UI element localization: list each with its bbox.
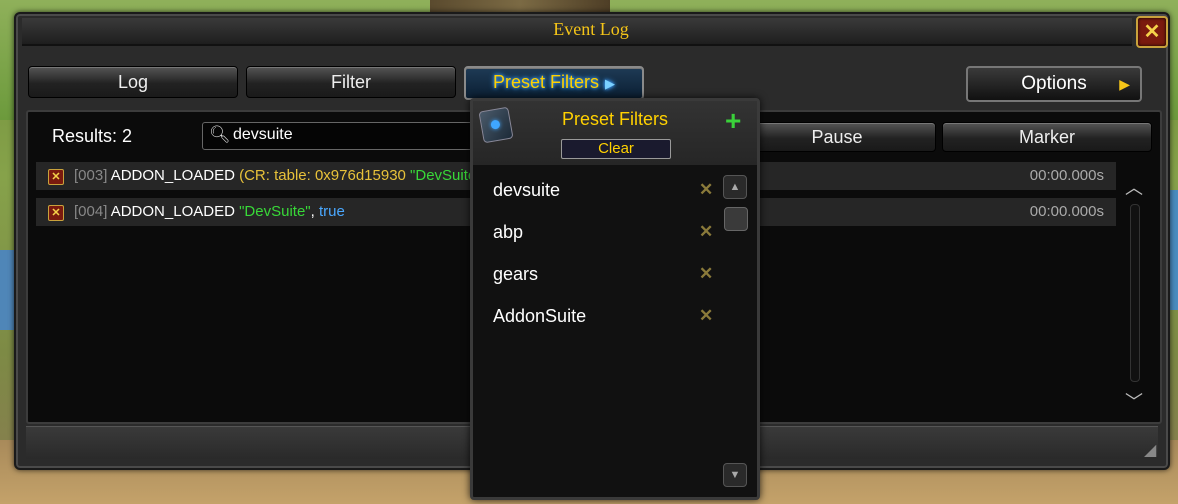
log-timestamp: 00:00.000s: [1029, 203, 1104, 220]
options-button[interactable]: Options ▶: [966, 66, 1142, 102]
tab-preset-filters-label: Preset Filters: [492, 72, 600, 92]
log-row-text: [004] ADDON_LOADED "DevSuite", true: [74, 198, 345, 226]
preset-item-addonsuite[interactable]: AddonSuite ✕: [493, 299, 723, 333]
remove-icon[interactable]: ✕: [699, 257, 713, 291]
log-arg-table: (CR: table: 0x976d15930: [239, 167, 406, 184]
log-row-text: [003] ADDON_LOADED (CR: table: 0x976d159…: [74, 162, 516, 190]
results-count: Results: 2: [52, 126, 133, 146]
options-label: Options: [1021, 73, 1087, 94]
scroll-down-icon[interactable]: ▼: [723, 463, 747, 487]
marker-button[interactable]: Marker: [942, 122, 1152, 152]
preset-item-label: abp: [493, 222, 524, 242]
preset-item-label: gears: [493, 264, 539, 284]
dropdown-title: Preset Filters: [561, 109, 669, 129]
preset-item-label: devsuite: [493, 180, 561, 200]
preset-item-gears[interactable]: gears ✕: [493, 257, 723, 291]
close-button[interactable]: ✕: [1136, 16, 1168, 48]
preset-item-devsuite[interactable]: devsuite ✕: [493, 173, 723, 207]
clear-button[interactable]: Clear: [561, 139, 671, 159]
preset-item-abp[interactable]: abp ✕: [493, 215, 723, 249]
log-arg-bool: true: [318, 203, 345, 220]
search-icon: 🔍︎: [209, 125, 231, 144]
close-icon: ✕: [1143, 21, 1161, 43]
log-index: [003]: [74, 167, 108, 184]
preset-filters-dropdown: Preset Filters + Clear devsuite ✕ abp ✕ …: [470, 98, 760, 500]
log-scrollbar[interactable]: ︿ ﹀: [1124, 174, 1144, 414]
log-event-name: ADDON_LOADED: [110, 167, 235, 184]
search-box[interactable]: 🔍︎: [202, 122, 474, 150]
scroll-up-icon[interactable]: ▲: [723, 175, 747, 199]
log-index: [004]: [74, 203, 108, 220]
search-input[interactable]: [233, 124, 469, 146]
chevron-down-icon[interactable]: ﹀: [1124, 388, 1144, 414]
chevron-right-icon: ▶: [1119, 76, 1130, 92]
scroll-track[interactable]: [1130, 204, 1140, 382]
log-arg-separator: ,: [310, 203, 319, 220]
log-timestamp: 00:00.000s: [1029, 167, 1104, 184]
window-title: Event Log: [553, 19, 629, 39]
pause-button[interactable]: Pause: [738, 122, 936, 152]
tab-log[interactable]: Log: [28, 66, 238, 98]
remove-row-icon[interactable]: ✕: [48, 169, 64, 185]
play-arrow-icon: ▶: [605, 76, 616, 91]
log-arg-string: "DevSuite": [239, 203, 311, 220]
preset-item-label: AddonSuite: [493, 306, 587, 326]
tab-filter[interactable]: Filter: [246, 66, 456, 98]
resize-grip-icon[interactable]: ◢: [1144, 440, 1156, 460]
remove-icon[interactable]: ✕: [699, 299, 713, 333]
remove-row-icon[interactable]: ✕: [48, 205, 64, 221]
log-event-name: ADDON_LOADED: [110, 203, 235, 220]
remove-icon[interactable]: ✕: [699, 215, 713, 249]
chevron-up-icon[interactable]: ︿: [1124, 174, 1144, 200]
add-filter-icon[interactable]: +: [725, 107, 741, 135]
remove-icon[interactable]: ✕: [699, 173, 713, 207]
scroll-thumb[interactable]: [724, 207, 748, 231]
tab-preset-filters[interactable]: Preset Filters ▶: [464, 66, 644, 100]
